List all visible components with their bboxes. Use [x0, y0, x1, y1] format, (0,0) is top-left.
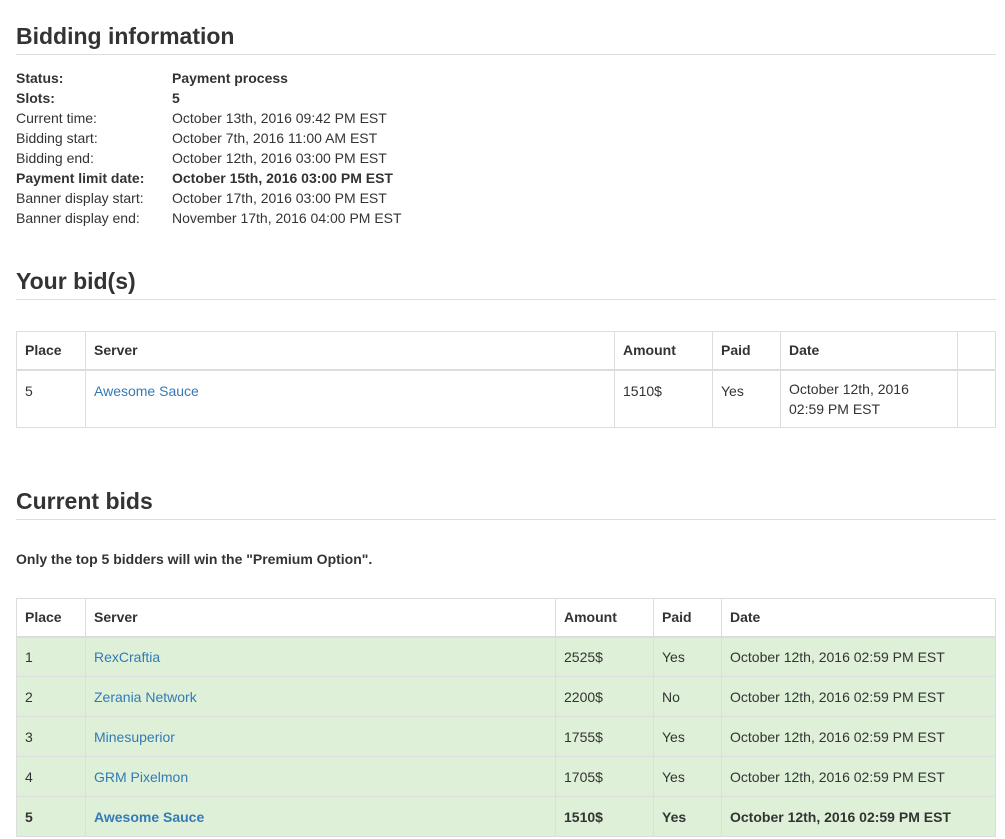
place-cell: 2	[16, 676, 86, 717]
column-header-server: Server	[85, 331, 615, 371]
column-header-place: Place	[16, 598, 86, 638]
table-row-own-bid: 5 Awesome Sauce 1510$ Yes October 12th, …	[16, 796, 996, 837]
amount-cell: 1510$	[614, 369, 713, 428]
bidding-info-table: Status: Payment process Slots: 5 Current…	[16, 68, 402, 228]
table-row: 1 RexCraftia 2525$ Yes October 12th, 201…	[16, 636, 996, 677]
table-row: 3 Minesuperior 1755$ Yes October 12th, 2…	[16, 716, 996, 757]
column-header-place: Place	[16, 331, 86, 371]
date-cell: October 12th, 2016 02:59 PM EST	[721, 796, 996, 837]
server-link[interactable]: RexCraftia	[94, 649, 160, 665]
info-label: Bidding end:	[16, 150, 94, 166]
paid-cell: No	[653, 676, 722, 717]
amount-cell: 2525$	[555, 636, 654, 677]
current-bids-table: Place Server Amount Paid Date 1 RexCraft…	[16, 598, 996, 837]
table-header-row: Place Server Amount Paid Date	[16, 331, 996, 371]
server-cell: Awesome Sauce	[85, 369, 615, 428]
place-cell: 3	[16, 716, 86, 757]
table-header-row: Place Server Amount Paid Date	[16, 598, 996, 638]
current-bids-heading: Current bids	[16, 488, 996, 520]
paid-cell: Yes	[653, 796, 722, 837]
info-row-payment-limit-date: Payment limit date: October 15th, 2016 0…	[16, 168, 402, 188]
your-bids-table: Place Server Amount Paid Date 5 Awesome …	[16, 331, 996, 428]
date-cell: October 12th, 2016 02:59 PM EST	[721, 756, 996, 797]
date-cell: October 12th, 2016 02:59 PM EST	[721, 716, 996, 757]
column-header-server: Server	[85, 598, 556, 638]
date-line: October 12th, 2016	[789, 380, 909, 397]
info-value: October 17th, 2016 03:00 PM EST	[172, 190, 387, 206]
info-label: Slots:	[16, 90, 55, 106]
info-value: November 17th, 2016 04:00 PM EST	[172, 210, 402, 226]
info-value: October 13th, 2016 09:42 PM EST	[172, 110, 387, 126]
table-row: 5 Awesome Sauce 1510$ Yes October 12th, …	[16, 369, 996, 428]
server-link[interactable]: Awesome Sauce	[94, 809, 204, 825]
place-cell: 4	[16, 756, 86, 797]
server-cell: Minesuperior	[85, 716, 556, 757]
place-cell: 1	[16, 636, 86, 677]
info-row-status: Status: Payment process	[16, 68, 402, 88]
info-row-banner-display-end: Banner display end: November 17th, 2016 …	[16, 208, 402, 228]
server-cell: RexCraftia	[85, 636, 556, 677]
amount-cell: 1510$	[555, 796, 654, 837]
amount-cell: 1705$	[555, 756, 654, 797]
column-header-paid: Paid	[712, 331, 781, 371]
server-link[interactable]: Awesome Sauce	[94, 383, 199, 399]
info-label: Bidding start:	[16, 130, 98, 146]
time-line: 02:59 PM EST	[789, 400, 881, 417]
table-row: 2 Zerania Network 2200$ No October 12th,…	[16, 676, 996, 717]
paid-cell: Yes	[712, 369, 781, 428]
amount-cell: 2200$	[555, 676, 654, 717]
paid-cell: Yes	[653, 756, 722, 797]
premium-option-note: Only the top 5 bidders will win the "Pre…	[16, 551, 373, 567]
column-header-amount: Amount	[614, 331, 713, 371]
info-value: October 7th, 2016 11:00 AM EST	[172, 130, 378, 146]
server-link[interactable]: GRM Pixelmon	[94, 769, 188, 785]
info-label: Payment limit date:	[16, 170, 145, 186]
server-link[interactable]: Minesuperior	[94, 729, 175, 745]
server-cell: GRM Pixelmon	[85, 756, 556, 797]
info-row-bidding-end: Bidding end: October 12th, 2016 03:00 PM…	[16, 148, 402, 168]
paid-cell: Yes	[653, 636, 722, 677]
bidding-information-heading: Bidding information	[16, 0, 996, 55]
paid-cell: Yes	[653, 716, 722, 757]
table-row: 4 GRM Pixelmon 1705$ Yes October 12th, 2…	[16, 756, 996, 797]
info-value: October 12th, 2016 03:00 PM EST	[172, 150, 387, 166]
amount-cell: 1755$	[555, 716, 654, 757]
info-value: Payment process	[172, 70, 288, 86]
column-header-paid: Paid	[653, 598, 722, 638]
actions-cell	[957, 369, 996, 428]
info-row-bidding-start: Bidding start: October 7th, 2016 11:00 A…	[16, 128, 402, 148]
date-cell: October 12th, 2016 02:59 PM EST	[721, 636, 996, 677]
server-cell: Zerania Network	[85, 676, 556, 717]
info-row-banner-display-start: Banner display start: October 17th, 2016…	[16, 188, 402, 208]
info-value: October 15th, 2016 03:00 PM EST	[172, 170, 393, 186]
your-bids-heading: Your bid(s)	[16, 268, 996, 300]
info-label: Banner display end:	[16, 210, 140, 226]
column-header-amount: Amount	[555, 598, 654, 638]
place-cell: 5	[16, 796, 86, 837]
place-cell: 5	[16, 369, 86, 428]
info-label: Banner display start:	[16, 190, 144, 206]
column-header-date: Date	[780, 331, 958, 371]
info-value: 5	[172, 90, 180, 106]
date-cell: October 12th, 2016 02:59 PM EST	[780, 369, 958, 428]
info-row-slots: Slots: 5	[16, 88, 402, 108]
info-label: Status:	[16, 70, 64, 86]
column-header-actions	[957, 331, 996, 371]
column-header-date: Date	[721, 598, 996, 638]
date-cell: October 12th, 2016 02:59 PM EST	[721, 676, 996, 717]
server-cell: Awesome Sauce	[85, 796, 556, 837]
info-row-current-time: Current time: October 13th, 2016 09:42 P…	[16, 108, 402, 128]
server-link[interactable]: Zerania Network	[94, 689, 197, 705]
info-label: Current time:	[16, 110, 97, 126]
